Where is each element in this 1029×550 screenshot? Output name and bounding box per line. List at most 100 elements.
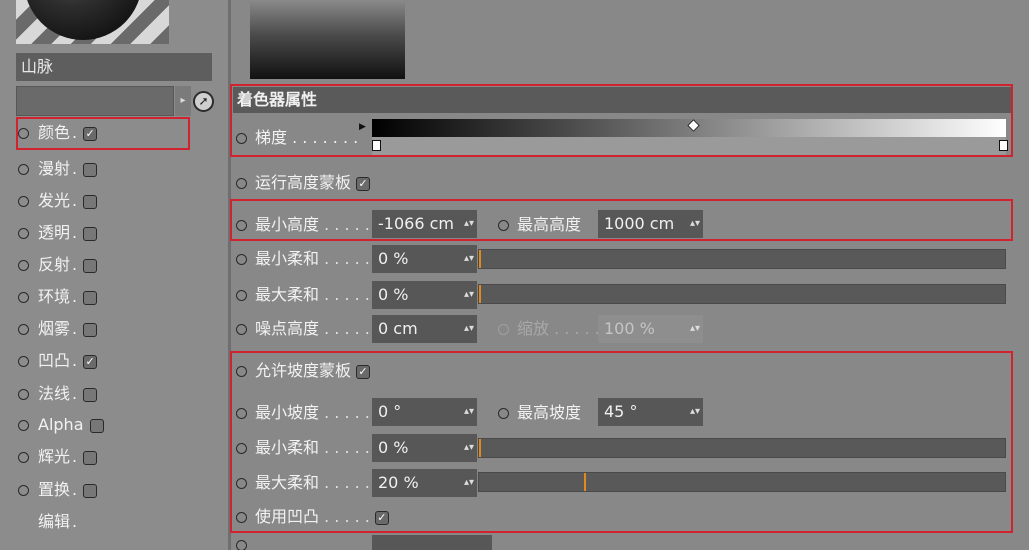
channel-row-color[interactable]: 颜色. ✓ bbox=[18, 119, 98, 147]
min-slope-field[interactable]: 0 ° ▴▾ bbox=[372, 398, 477, 426]
radio-icon[interactable] bbox=[236, 478, 247, 489]
channel-label: 漫射 bbox=[38, 159, 71, 178]
radio-icon[interactable] bbox=[236, 324, 247, 335]
radio-icon bbox=[18, 228, 29, 239]
channel-checkbox[interactable] bbox=[83, 322, 98, 337]
allow-slope-mask-label: 允许坡度蒙板 bbox=[255, 361, 352, 380]
channel-row-environment[interactable]: 环境. bbox=[18, 283, 98, 311]
gradient-expand-arrow-icon[interactable]: ▶ bbox=[359, 122, 366, 132]
spinner-icon: ▴▾ bbox=[689, 323, 700, 334]
channel-row-normal[interactable]: 法线. bbox=[18, 380, 98, 408]
pointer-pick-icon[interactable]: ➚ bbox=[193, 91, 214, 112]
radio-icon[interactable] bbox=[498, 220, 509, 231]
min-slope-label: 最小坡度 bbox=[255, 403, 320, 422]
radio-icon[interactable] bbox=[236, 443, 247, 454]
min-soft-field-2[interactable]: 0 % ▴▾ bbox=[372, 434, 477, 462]
radio-icon[interactable] bbox=[236, 540, 247, 550]
gradient-knot-track[interactable] bbox=[372, 137, 1006, 155]
spinner-icon[interactable]: ▴▾ bbox=[464, 210, 474, 238]
channel-checkbox[interactable] bbox=[83, 387, 98, 402]
min-height-field[interactable]: -1066 cm ▴▾ bbox=[372, 210, 477, 238]
filter-dropdown-arrow-icon[interactable]: ▸ bbox=[175, 86, 191, 116]
channel-checkbox[interactable] bbox=[83, 450, 98, 465]
radio-icon bbox=[18, 485, 29, 496]
slider-knob[interactable] bbox=[479, 285, 481, 303]
scale-field: 100 % ▴▾ bbox=[598, 315, 703, 343]
spinner-icon[interactable]: ▴▾ bbox=[464, 281, 474, 309]
spinner-icon[interactable]: ▴▾ bbox=[464, 434, 474, 462]
channel-checkbox[interactable] bbox=[83, 290, 98, 305]
min-soft-slider-1[interactable] bbox=[478, 249, 1006, 269]
spinner-icon[interactable]: ▴▾ bbox=[690, 398, 700, 426]
noise-height-field[interactable]: 0 cm ▴▾ bbox=[372, 315, 477, 343]
run-height-mask-row[interactable]: 运行高度蒙板 ✓ bbox=[236, 169, 371, 197]
channel-row-reflection[interactable]: 反射. bbox=[18, 251, 98, 279]
radio-icon[interactable] bbox=[236, 133, 247, 144]
channel-checkbox[interactable] bbox=[83, 194, 98, 209]
slider-knob[interactable] bbox=[479, 250, 481, 268]
channel-checkbox[interactable] bbox=[83, 483, 98, 498]
max-soft-slider-2[interactable] bbox=[478, 472, 1006, 492]
radio-icon[interactable] bbox=[236, 408, 247, 419]
channel-row-displacement[interactable]: 置换. bbox=[18, 476, 98, 504]
channel-row-diffusion[interactable]: 漫射. bbox=[18, 155, 98, 183]
radio-icon[interactable] bbox=[236, 178, 247, 189]
max-soft-field-2[interactable]: 20 % ▴▾ bbox=[372, 469, 477, 497]
channel-row-alpha[interactable]: Alpha bbox=[18, 411, 104, 439]
channel-row-fog[interactable]: 烟雾. bbox=[18, 315, 98, 343]
cutoff-dropdown[interactable] bbox=[372, 535, 492, 550]
min-soft-field-1[interactable]: 0 % ▴▾ bbox=[372, 245, 477, 273]
channel-checkbox[interactable] bbox=[83, 162, 98, 177]
radio-icon bbox=[18, 196, 29, 207]
channel-label: 发光 bbox=[38, 191, 71, 210]
channel-row-glow[interactable]: 辉光. bbox=[18, 443, 98, 471]
max-height-field[interactable]: 1000 cm ▴▾ bbox=[598, 210, 703, 238]
spinner-icon[interactable]: ▴▾ bbox=[690, 210, 700, 238]
spinner-icon[interactable]: ▴▾ bbox=[464, 398, 474, 426]
channel-filter-input[interactable] bbox=[16, 86, 174, 116]
channel-row-bump[interactable]: 凹凸. ✓ bbox=[18, 347, 98, 375]
material-sphere-icon bbox=[24, 0, 142, 40]
channel-row-transparency[interactable]: 透明. bbox=[18, 219, 98, 247]
use-bump-row[interactable]: 使用凹凸 . . . . . ✓ bbox=[236, 503, 389, 531]
min-soft-slider-2[interactable] bbox=[478, 438, 1006, 458]
radio-icon[interactable] bbox=[498, 408, 509, 419]
channel-checkbox[interactable]: ✓ bbox=[83, 354, 98, 369]
channel-checkbox[interactable] bbox=[89, 418, 104, 433]
max-soft-label-1: 最大柔和 bbox=[255, 285, 320, 304]
run-height-mask-checkbox[interactable]: ✓ bbox=[356, 176, 371, 191]
material-preview bbox=[16, 0, 169, 44]
channel-checkbox[interactable]: ✓ bbox=[83, 126, 98, 141]
radio-icon[interactable] bbox=[236, 220, 247, 231]
radio-icon[interactable] bbox=[236, 512, 247, 523]
channel-row-luminance[interactable]: 发光. bbox=[18, 187, 98, 215]
edit-label: 编辑 bbox=[38, 512, 71, 531]
radio-icon[interactable] bbox=[236, 290, 247, 301]
allow-slope-mask-checkbox[interactable]: ✓ bbox=[356, 364, 371, 379]
min-soft-row-1: 最小柔和 . . . . . bbox=[236, 245, 370, 273]
channel-checkbox[interactable] bbox=[83, 258, 98, 273]
attributes-panel bbox=[231, 0, 1029, 550]
max-soft-field-1[interactable]: 0 % ▴▾ bbox=[372, 281, 477, 309]
spinner-icon[interactable]: ▴▾ bbox=[464, 315, 474, 343]
channel-label: 辉光 bbox=[38, 447, 71, 466]
edit-row[interactable]: 编辑. bbox=[38, 508, 77, 536]
radio-icon[interactable] bbox=[236, 366, 247, 377]
slider-knob[interactable] bbox=[584, 473, 586, 491]
radio-icon bbox=[18, 260, 29, 271]
gradient-knot-start[interactable] bbox=[372, 140, 381, 151]
channel-label: 透明 bbox=[38, 223, 71, 242]
section-header: 着色器属性 bbox=[233, 87, 1011, 113]
channel-label: 置换 bbox=[38, 480, 71, 499]
spinner-icon[interactable]: ▴▾ bbox=[464, 469, 474, 497]
spinner-icon[interactable]: ▴▾ bbox=[464, 245, 474, 273]
slider-knob[interactable] bbox=[479, 439, 481, 457]
max-soft-slider-1[interactable] bbox=[478, 284, 1006, 304]
radio-icon[interactable] bbox=[236, 254, 247, 265]
allow-slope-mask-row[interactable]: 允许坡度蒙板 ✓ bbox=[236, 357, 371, 385]
max-slope-field[interactable]: 45 ° ▴▾ bbox=[598, 398, 703, 426]
use-bump-checkbox[interactable]: ✓ bbox=[374, 510, 389, 525]
material-name-field[interactable]: 山脉 bbox=[16, 53, 212, 81]
gradient-knot-end[interactable] bbox=[999, 140, 1008, 151]
channel-checkbox[interactable] bbox=[83, 226, 98, 241]
